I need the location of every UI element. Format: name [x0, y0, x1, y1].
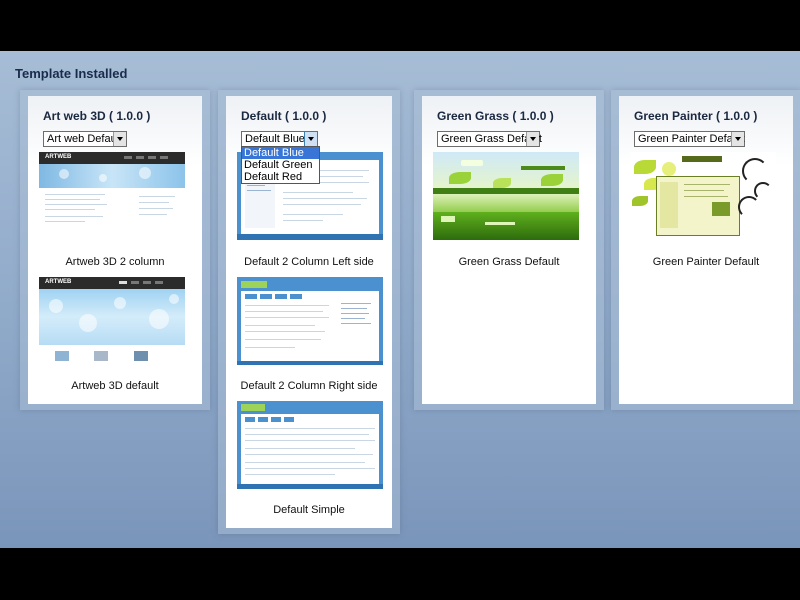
style-dropdown-list: Default Blue Default Green Default Red — [241, 146, 320, 184]
layout-thumbnail[interactable] — [237, 277, 383, 365]
layout-thumbnail[interactable]: ARTWEB — [39, 152, 185, 240]
thumb-banner — [39, 289, 185, 345]
layout-caption[interactable]: Default Simple — [226, 504, 392, 516]
chevron-down-icon[interactable] — [304, 132, 317, 146]
template-column-green-grass: Green Grass ( 1.0.0 ) Green Grass Defaul… — [414, 90, 604, 410]
thumb-nav — [124, 156, 132, 159]
style-select-value: Art web Default — [47, 133, 123, 145]
template-panel-green-grass: Green Grass ( 1.0.0 ) Green Grass Defaul… — [422, 96, 596, 404]
template-column-artweb: Art web 3D ( 1.0.0 ) Art web Default ART… — [20, 90, 210, 410]
style-select-value: Green Painter Default — [638, 133, 745, 145]
template-panel-artweb: Art web 3D ( 1.0.0 ) Art web Default ART… — [28, 96, 202, 404]
chevron-down-icon[interactable] — [731, 132, 744, 146]
thumb-brand: ARTWEB — [45, 154, 72, 160]
thumb-banner — [39, 164, 185, 188]
style-select[interactable]: Green Painter Default — [634, 131, 745, 147]
layout-caption[interactable]: Green Painter Default — [619, 256, 793, 268]
template-column-default: Default ( 1.0.0 ) Default Blue Default B… — [218, 90, 400, 534]
style-select-value: Default Blue — [245, 133, 305, 145]
template-panel-default: Default ( 1.0.0 ) Default Blue Default B… — [226, 96, 392, 528]
thumb-nav — [148, 156, 156, 159]
layout-caption[interactable]: Artweb 3D 2 column — [28, 256, 202, 268]
layout-thumbnail[interactable] — [237, 401, 383, 489]
thumb-nav — [160, 156, 168, 159]
dropdown-option-default-red[interactable]: Default Red — [242, 171, 319, 183]
template-title: Green Grass ( 1.0.0 ) — [437, 109, 554, 123]
layout-caption[interactable]: Default 2 Column Right side — [226, 380, 392, 392]
template-title: Default ( 1.0.0 ) — [241, 109, 327, 123]
thumb-nav — [136, 156, 144, 159]
layout-caption[interactable]: Green Grass Default — [422, 256, 596, 268]
thumb-brand: ARTWEB — [45, 279, 72, 285]
template-installed-screen: Template Installed Art web 3D ( 1.0.0 ) … — [0, 51, 800, 548]
template-column-green-painter: Green Painter ( 1.0.0 ) Green Painter De… — [611, 90, 800, 410]
template-title: Green Painter ( 1.0.0 ) — [634, 109, 758, 123]
dropdown-option-default-green[interactable]: Default Green — [242, 159, 319, 171]
layout-thumbnail[interactable] — [630, 152, 776, 240]
page-title: Template Installed — [15, 66, 128, 81]
chevron-down-icon[interactable] — [113, 132, 126, 146]
style-select[interactable]: Green Grass Default — [437, 131, 542, 147]
style-select[interactable]: Default Blue — [241, 131, 318, 147]
dropdown-option-default-blue[interactable]: Default Blue — [242, 147, 319, 159]
chevron-down-icon[interactable] — [526, 132, 539, 146]
style-select[interactable]: Art web Default — [43, 131, 127, 147]
layout-caption[interactable]: Default 2 Column Left side — [226, 256, 392, 268]
template-panel-green-painter: Green Painter ( 1.0.0 ) Green Painter De… — [619, 96, 793, 404]
layout-thumbnail[interactable]: ARTWEB — [39, 277, 185, 365]
layout-thumbnail[interactable] — [433, 152, 579, 240]
layout-caption[interactable]: Artweb 3D default — [28, 380, 202, 392]
thumb-header: ARTWEB — [39, 277, 185, 289]
thumb-header: ARTWEB — [39, 152, 185, 164]
template-title: Art web 3D ( 1.0.0 ) — [43, 109, 151, 123]
